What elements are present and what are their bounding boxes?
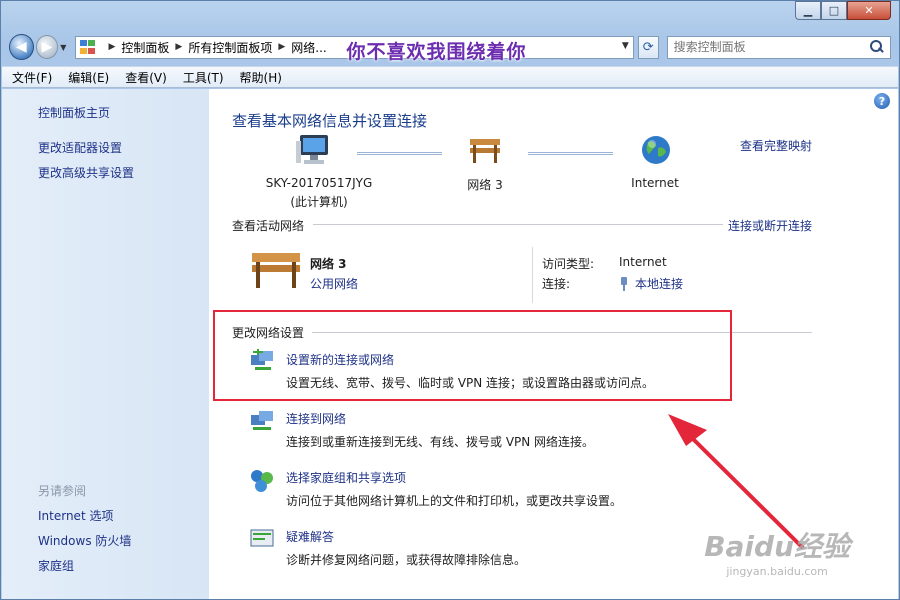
task-connect-to-network-link[interactable]: 连接到网络 — [286, 410, 346, 427]
sidebar-link-change-adapter-settings[interactable]: 更改适配器设置 — [38, 139, 122, 156]
active-networks-heading: 查看活动网络 — [232, 219, 305, 233]
see-also-homegroup[interactable]: 家庭组 — [38, 557, 74, 574]
task-homegroup-sharing-desc: 访问位于其他网络计算机上的文件和打印机，或更改共享设置。 — [286, 494, 623, 508]
map-network-name: 网络 3 — [467, 178, 503, 192]
forward-button[interactable]: ▶ — [35, 35, 59, 59]
close-button[interactable]: ✕ — [847, 1, 891, 20]
see-also-heading: 另请参阅 — [38, 484, 87, 498]
control-panel-window: ▁ □ ✕ ◀ ▶ ▼ ▶ 控制面板 ▶ 所有控制面板项 ▶ 网络... 你不喜… — [0, 0, 900, 600]
navigation-bar: ◀ ▶ ▼ ▶ 控制面板 ▶ 所有控制面板项 ▶ 网络... 你不喜欢我围绕着你… — [9, 31, 891, 63]
map-internet: Internet — [631, 176, 679, 190]
connect-disconnect-link[interactable]: 连接或断开连接 — [728, 217, 812, 234]
task-homegroup-sharing-link[interactable]: 选择家庭组和共享选项 — [286, 469, 406, 486]
breadcrumb-separator-icon[interactable]: ▶ — [278, 42, 285, 52]
control-panel-icon — [80, 40, 96, 54]
task-troubleshoot-link[interactable]: 疑难解答 — [286, 528, 334, 545]
minimize-button[interactable]: ▁ — [795, 1, 821, 20]
map-computer-name: SKY-20170517JYG — [265, 176, 373, 190]
see-also-windows-firewall[interactable]: Windows 防火墙 — [38, 532, 131, 549]
connection-label: 连接: — [542, 277, 571, 291]
map-connector-line — [357, 152, 442, 155]
map-computer-sub: (此计算机) — [290, 195, 348, 209]
breadcrumb-control-panel[interactable]: 控制面板 — [121, 39, 169, 56]
window-caption-buttons: ▁ □ ✕ — [795, 1, 891, 20]
section-divider — [313, 224, 723, 225]
breadcrumb-separator-icon[interactable]: ▶ — [108, 42, 115, 52]
ethernet-plug-icon — [621, 276, 627, 291]
maximize-button[interactable]: □ — [821, 1, 847, 20]
sidebar-link-control-panel-home[interactable]: 控制面板主页 — [38, 104, 110, 121]
menu-edit[interactable]: 编辑(E) — [68, 69, 109, 86]
refresh-button[interactable]: ⟳ — [637, 35, 659, 59]
search-input[interactable] — [673, 40, 870, 54]
homegroup-icon — [251, 470, 273, 492]
back-button[interactable]: ◀ — [9, 34, 34, 60]
breadcrumb-network[interactable]: 网络... — [291, 39, 326, 56]
watermark: Baidu经验 jingyan.baidu.com — [704, 525, 850, 578]
breadcrumb-separator-icon[interactable]: ▶ — [175, 42, 182, 52]
bench-network-icon[interactable] — [467, 135, 503, 165]
menu-view[interactable]: 查看(V) — [125, 69, 167, 86]
menu-bar: 文件(F) 编辑(E) 查看(V) 工具(T) 帮助(H) — [2, 66, 898, 88]
page-title: 查看基本网络信息并设置连接 — [232, 112, 428, 130]
local-connection-item[interactable]: 本地连接 — [619, 275, 683, 292]
search-box[interactable] — [666, 35, 891, 59]
help-icon[interactable]: ? — [874, 93, 890, 109]
breadcrumb-all-items[interactable]: 所有控制面板项 — [188, 39, 272, 56]
active-network-name: 网络 3 — [310, 257, 347, 271]
sidebar-link-change-advanced-sharing[interactable]: 更改高级共享设置 — [38, 164, 134, 181]
computer-icon — [296, 135, 328, 164]
see-also-internet-options[interactable]: Internet 选项 — [38, 507, 113, 524]
connect-to-network-icon — [251, 411, 273, 430]
local-connection-link[interactable]: 本地连接 — [635, 275, 683, 292]
address-bar[interactable]: ▶ 控制面板 ▶ 所有控制面板项 ▶ 网络... 你不喜欢我围绕着你 ▼ — [75, 35, 634, 63]
sidebar: 控制面板主页 更改适配器设置 更改高级共享设置 另请参阅 Internet 选项… — [2, 89, 209, 599]
watermark-brand: Baidu经验 — [704, 530, 850, 563]
recent-pages-dropdown-icon[interactable]: ▼ — [60, 43, 71, 52]
overlay-caption: 你不喜欢我围绕着你 — [346, 40, 527, 63]
globe-internet-icon[interactable] — [640, 134, 672, 166]
menu-tools[interactable]: 工具(T) — [183, 69, 224, 86]
address-dropdown-icon[interactable]: ▼ — [622, 41, 629, 51]
troubleshoot-icon — [250, 529, 274, 547]
bench-network-icon[interactable] — [250, 249, 302, 291]
vertical-divider — [532, 247, 533, 303]
map-connector-line — [528, 152, 613, 155]
access-type-value: Internet — [619, 255, 667, 269]
menu-file[interactable]: 文件(F) — [12, 69, 52, 86]
menu-help[interactable]: 帮助(H) — [240, 69, 282, 86]
view-full-map-link[interactable]: 查看完整映射 — [740, 137, 812, 154]
access-type-label: 访问类型: — [542, 257, 595, 271]
annotation-highlight-box — [213, 310, 732, 401]
network-type-link[interactable]: 公用网络 — [310, 275, 358, 292]
search-icon[interactable] — [870, 40, 884, 54]
task-troubleshoot-desc: 诊断并修复网络问题，或获得故障排除信息。 — [286, 553, 527, 567]
watermark-url: jingyan.baidu.com — [726, 565, 828, 578]
task-connect-to-network-desc: 连接到或重新连接到无线、有线、拨号或 VPN 网络连接。 — [286, 435, 595, 449]
